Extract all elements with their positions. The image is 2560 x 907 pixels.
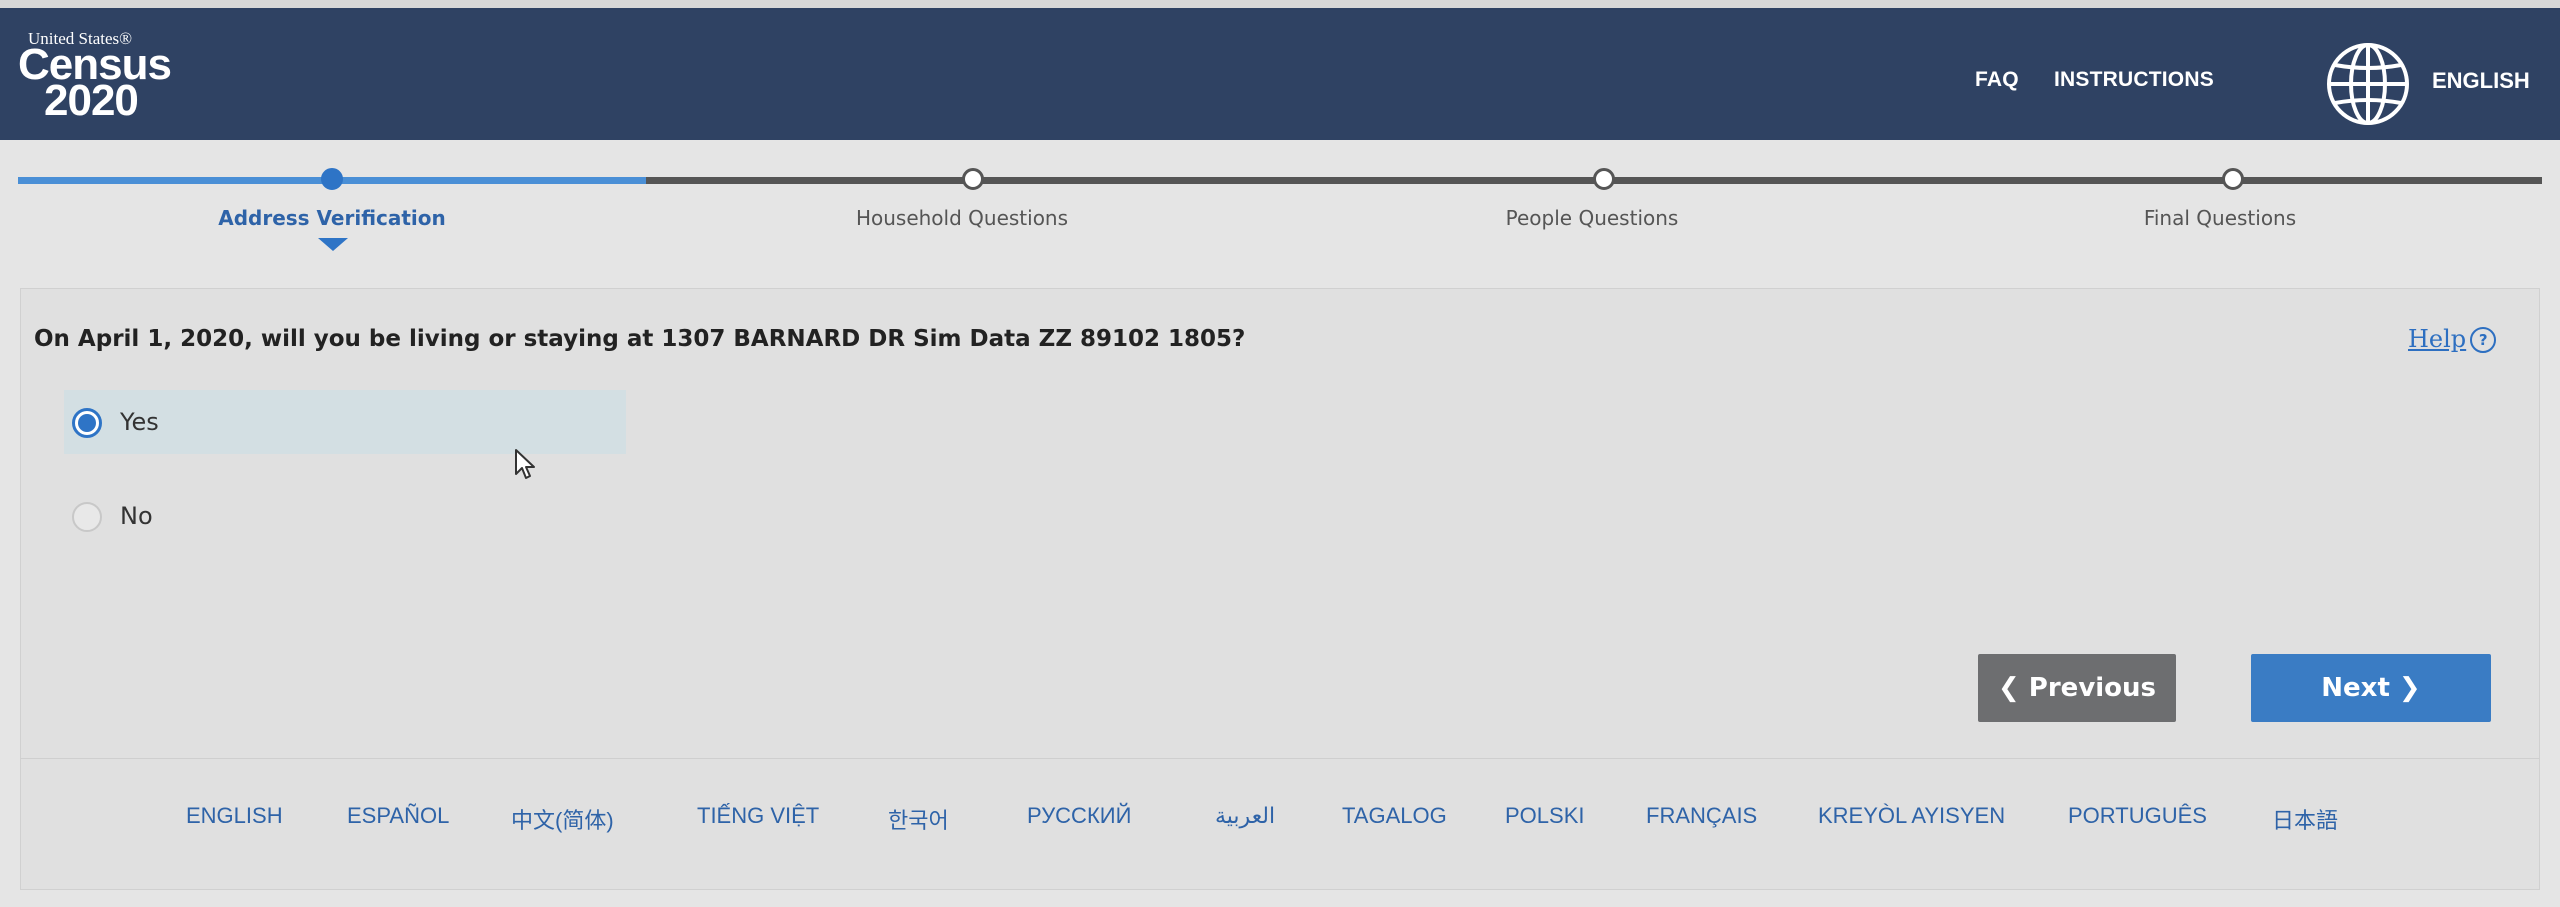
lang-link-korean[interactable]: 한국어 bbox=[888, 803, 949, 835]
lang-link-tagalog[interactable]: TAGALOG bbox=[1342, 803, 1447, 829]
option-no[interactable]: No bbox=[64, 484, 626, 548]
lang-link-japanese[interactable]: 日本語 bbox=[2272, 803, 2338, 835]
lang-link-espanol[interactable]: ESPAÑOL bbox=[347, 803, 449, 829]
lang-link-kreyol[interactable]: KREYÒL AYISYEN bbox=[1818, 803, 2005, 829]
faq-link[interactable]: FAQ bbox=[1975, 68, 2019, 92]
help-link[interactable]: Help? bbox=[2408, 325, 2497, 353]
lang-link-francais[interactable]: FRANÇAIS bbox=[1646, 803, 1757, 829]
radio-no[interactable] bbox=[72, 502, 102, 532]
step-node-final bbox=[2222, 168, 2244, 190]
top-strip bbox=[0, 0, 2560, 8]
globe-icon[interactable] bbox=[2325, 41, 2411, 127]
help-label: Help bbox=[2408, 325, 2467, 353]
lang-link-russian[interactable]: РУССКИЙ bbox=[1027, 803, 1131, 829]
step-label-address: Address Verification bbox=[218, 206, 446, 230]
help-question-icon: ? bbox=[2470, 327, 2497, 353]
step-label-household: Household Questions bbox=[855, 206, 1069, 230]
lang-link-portugues[interactable]: PORTUGUÊS bbox=[2068, 803, 2207, 829]
step-node-address bbox=[321, 168, 343, 190]
lang-link-chinese[interactable]: 中文(简体) bbox=[511, 803, 614, 835]
lang-link-vietnamese[interactable]: TIẾNG VIỆT bbox=[697, 803, 819, 829]
census-2020-logo[interactable]: United States® Census 2020 bbox=[18, 30, 172, 123]
mouse-cursor-icon bbox=[515, 449, 535, 479]
option-yes[interactable]: Yes bbox=[64, 390, 626, 454]
question-card bbox=[20, 288, 2540, 890]
lang-link-polski[interactable]: POLSKI bbox=[1505, 803, 1584, 829]
step-label-people: People Questions bbox=[1505, 206, 1679, 230]
instructions-link[interactable]: INSTRUCTIONS bbox=[2054, 68, 2214, 92]
footer-divider bbox=[20, 758, 2540, 759]
lang-link-english[interactable]: ENGLISH bbox=[186, 803, 283, 829]
question-text: On April 1, 2020, will you be living or … bbox=[34, 326, 1246, 352]
step-label-final: Final Questions bbox=[2143, 206, 2297, 230]
next-button[interactable]: Next ❯ bbox=[2251, 654, 2491, 722]
progress-stepper: Address Verification Household Questions… bbox=[0, 140, 2560, 280]
site-header: United States® Census 2020 FAQ INSTRUCTI… bbox=[0, 8, 2560, 140]
option-yes-label[interactable]: Yes bbox=[120, 408, 159, 436]
lang-link-arabic[interactable]: العربية bbox=[1215, 803, 1275, 829]
option-no-label[interactable]: No bbox=[120, 502, 153, 530]
language-selector[interactable]: ENGLISH bbox=[2432, 68, 2530, 94]
active-step-caret-icon bbox=[318, 238, 348, 251]
footer-language-list: ENGLISH ESPAÑOL 中文(简体) TIẾNG VIỆT 한국어 РУ… bbox=[0, 803, 2560, 843]
step-node-household bbox=[962, 168, 984, 190]
step-node-people bbox=[1593, 168, 1615, 190]
radio-yes[interactable] bbox=[72, 408, 102, 438]
previous-button[interactable]: ❮ Previous bbox=[1978, 654, 2176, 722]
